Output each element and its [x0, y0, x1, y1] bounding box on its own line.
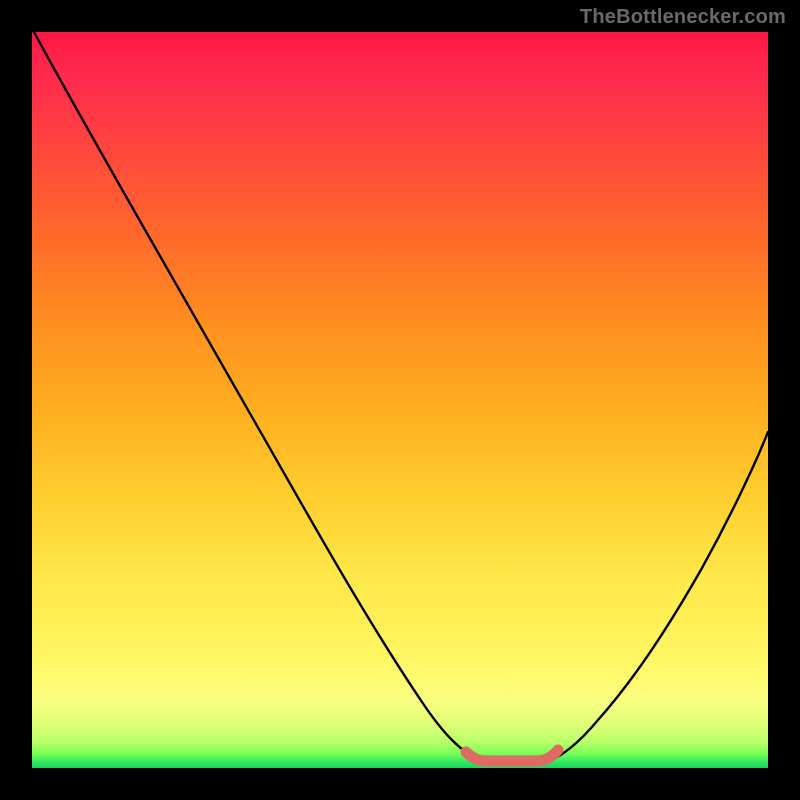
bottleneck-curve [34, 32, 768, 763]
watermark-text: TheBottleneсker.com [580, 6, 786, 29]
plot-area [32, 32, 768, 768]
curve-layer [32, 32, 768, 768]
chart-frame: TheBottleneсker.com [0, 0, 800, 800]
optimal-zone-marker [466, 750, 558, 761]
